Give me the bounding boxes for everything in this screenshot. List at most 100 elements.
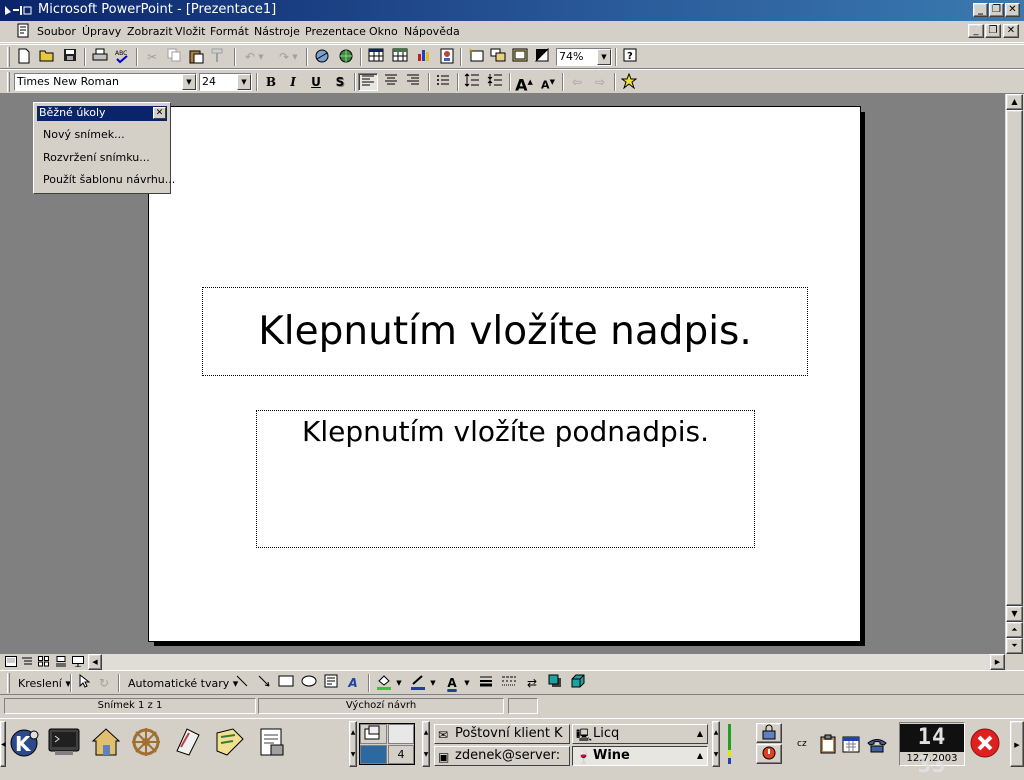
- document-icon[interactable]: [15, 23, 31, 39]
- phone-icon[interactable]: [866, 736, 888, 754]
- menu-okno[interactable]: Okno: [369, 25, 398, 38]
- redo-dropdown-icon[interactable]: ▼: [290, 48, 300, 66]
- bold-button[interactable]: B: [261, 73, 281, 91]
- dash-style-icon[interactable]: [499, 674, 519, 692]
- increase-spacing-icon[interactable]: [462, 73, 482, 91]
- doc-minimize-button[interactable]: _: [968, 24, 984, 38]
- maximize-button[interactable]: ❐: [989, 3, 1004, 17]
- font-size-select[interactable]: 24 ▼: [199, 73, 252, 91]
- slide-sorter-view-icon[interactable]: [38, 656, 50, 667]
- shadow-icon[interactable]: [545, 674, 565, 692]
- desktop-4[interactable]: 4: [388, 745, 414, 764]
- tray-handle[interactable]: ▲ ▼: [712, 721, 720, 767]
- chevron-down-icon[interactable]: ▼: [597, 49, 611, 65]
- title-bar[interactable]: Microsoft PowerPoint - [Prezentace1] _ ❐…: [0, 0, 1024, 21]
- task-apply-template[interactable]: Použít šablonu návrhu...: [43, 173, 175, 186]
- close-button[interactable]: ✕: [1005, 3, 1020, 17]
- promote-icon[interactable]: ⇦: [567, 73, 587, 91]
- spellcheck-icon[interactable]: ABC: [112, 48, 132, 66]
- copy-icon[interactable]: [164, 48, 184, 66]
- decrease-spacing-icon[interactable]: [485, 73, 505, 91]
- shutdown-icon[interactable]: [969, 727, 1001, 759]
- shadow-button[interactable]: S: [330, 73, 350, 91]
- task-new-slide[interactable]: Nový snímek...: [43, 128, 125, 141]
- logout-icon[interactable]: [756, 744, 782, 764]
- task-button-wine[interactable]: 🍷 Wine ▲: [572, 746, 708, 766]
- grayscale-icon[interactable]: [532, 47, 552, 66]
- insert-table-icon[interactable]: [366, 48, 386, 66]
- help-icon[interactable]: ?: [620, 48, 640, 66]
- slide-layout-icon[interactable]: [510, 48, 530, 66]
- task-button-licq[interactable]: 🖳 Licq ▲: [572, 724, 708, 744]
- underline-button[interactable]: U: [306, 73, 326, 91]
- insert-excel-icon[interactable]: [390, 48, 410, 66]
- desktop-2[interactable]: [388, 724, 414, 744]
- next-slide-button[interactable]: ⏷: [1006, 638, 1023, 654]
- clipboard-icon[interactable]: [818, 734, 838, 754]
- arrow-tool-icon[interactable]: [254, 674, 274, 692]
- print-icon[interactable]: [90, 48, 110, 66]
- line-tool-icon[interactable]: [232, 674, 252, 692]
- chevron-down-icon[interactable]: ▼: [237, 74, 251, 90]
- menu-vlozit[interactable]: Vložit: [175, 25, 205, 38]
- font-select[interactable]: Times New Roman ▼: [14, 73, 197, 91]
- line-color-icon[interactable]: [408, 674, 428, 692]
- wordart-icon[interactable]: A: [343, 674, 363, 692]
- align-left-button[interactable]: [358, 73, 378, 91]
- demote-icon[interactable]: ⇨: [590, 73, 610, 91]
- horizontal-scroll-track[interactable]: [102, 654, 990, 670]
- kde-menu-icon[interactable]: K: [6, 725, 42, 763]
- menu-prezentace[interactable]: Prezentace: [305, 25, 366, 38]
- previous-slide-button[interactable]: ⏶: [1006, 622, 1023, 638]
- keyboard-layout-indicator[interactable]: cz: [797, 739, 807, 749]
- line-style-icon[interactable]: [476, 674, 496, 692]
- expand-all-icon[interactable]: [488, 48, 508, 66]
- paste-icon[interactable]: [186, 48, 206, 66]
- align-right-button[interactable]: [403, 73, 423, 91]
- fill-color-icon[interactable]: [374, 674, 394, 692]
- format-painter-icon[interactable]: [208, 48, 228, 66]
- calendar-icon[interactable]: [841, 734, 861, 754]
- font-color-dropdown-icon[interactable]: ▼: [462, 674, 472, 692]
- doc-close-button[interactable]: ✕: [1003, 24, 1019, 38]
- oval-tool-icon[interactable]: [299, 674, 319, 692]
- chevron-down-icon[interactable]: ▼: [182, 74, 196, 90]
- zoom-select[interactable]: 74% ▼: [556, 48, 612, 66]
- menu-soubor[interactable]: Soubor: [37, 25, 76, 38]
- clock[interactable]: 14 33 12.7.2003: [899, 722, 965, 778]
- animation-effects-icon[interactable]: [619, 72, 639, 91]
- undo-dropdown-icon[interactable]: ▼: [256, 48, 266, 66]
- new-file-icon[interactable]: [14, 48, 34, 66]
- close-icon[interactable]: ✕: [153, 107, 166, 119]
- fill-dropdown-icon[interactable]: ▼: [394, 674, 404, 692]
- line-color-dropdown-icon[interactable]: ▼: [428, 674, 438, 692]
- desktop-pager[interactable]: 4: [359, 723, 415, 765]
- web-toolbar-icon[interactable]: [336, 48, 356, 66]
- arrow-style-icon[interactable]: ⇄: [522, 674, 542, 692]
- terminal-launcher-icon[interactable]: [46, 725, 82, 763]
- panel-applet-handle[interactable]: ▲ ▼: [349, 721, 357, 767]
- slideshow-view-icon[interactable]: [72, 656, 84, 668]
- kspread-icon[interactable]: [212, 725, 248, 763]
- free-rotate-icon[interactable]: ↻: [94, 674, 114, 692]
- slide-canvas[interactable]: Klepnutím vložíte nadpis. Klepnutím vlož…: [148, 106, 861, 642]
- scroll-right-button[interactable]: ▶: [990, 654, 1005, 670]
- increase-font-icon[interactable]: A▲: [514, 73, 534, 94]
- notes-view-icon[interactable]: [55, 656, 67, 667]
- autoshapes-menu-button[interactable]: Automatické tvary ▾: [128, 677, 238, 690]
- menu-napoveda[interactable]: Nápověda: [404, 25, 460, 38]
- select-objects-icon[interactable]: [74, 673, 94, 692]
- vertical-scrollbar[interactable]: ▲ ▼ ⏶ ⏷: [1005, 94, 1024, 654]
- title-placeholder[interactable]: Klepnutím vložíte nadpis.: [202, 287, 808, 376]
- desktop-1[interactable]: [360, 724, 387, 744]
- outline-view-icon[interactable]: [21, 656, 33, 667]
- kpresenter-icon[interactable]: [254, 725, 290, 763]
- decrease-font-icon[interactable]: A▼: [538, 73, 558, 92]
- doc-restore-button[interactable]: ❐: [985, 24, 1001, 38]
- kword-icon[interactable]: [170, 725, 206, 763]
- subtitle-placeholder[interactable]: Klepnutím vložíte podnadpis.: [256, 410, 755, 548]
- scroll-thumb[interactable]: [1006, 110, 1023, 606]
- lock-screen-icon[interactable]: [756, 723, 782, 743]
- italic-button[interactable]: I: [283, 73, 303, 91]
- window-menu-icon[interactable]: [3, 3, 33, 18]
